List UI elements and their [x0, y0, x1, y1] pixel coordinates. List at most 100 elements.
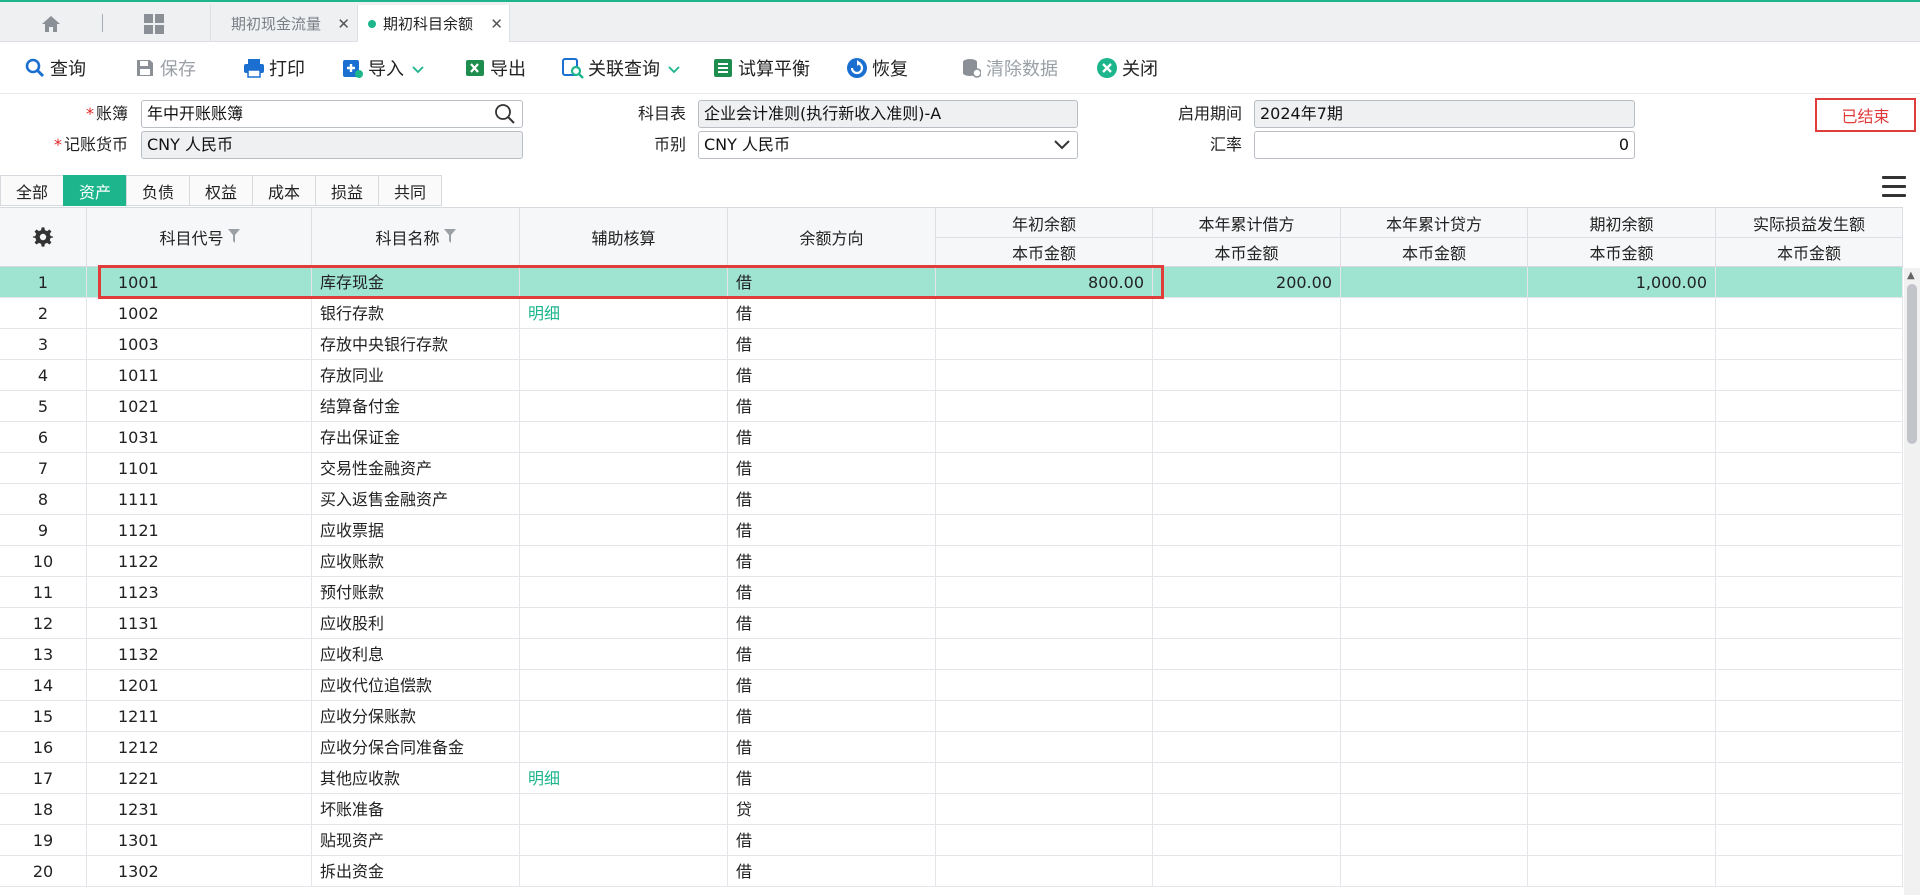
column-header-period-begin: 期初余额: [1528, 208, 1716, 237]
tab-cash-flow-opening[interactable]: 期初现金流量 ✕: [210, 5, 356, 42]
cell-period-begin: [1528, 670, 1716, 701]
table-row[interactable]: 16 1212 应收分保合同准备金 借: [0, 732, 1903, 763]
category-tab[interactable]: 共同: [378, 175, 442, 206]
grid-menu-icon[interactable]: [136, 8, 172, 40]
save-icon: [134, 57, 156, 79]
clear-data-button[interactable]: 清除数据: [960, 53, 1058, 83]
chart-of-accounts-label: 科目表: [637, 104, 686, 123]
tab-label: 期初现金流量: [231, 15, 322, 33]
column-header-code[interactable]: 科目代号: [88, 208, 312, 266]
filter-icon[interactable]: [227, 228, 240, 247]
exchange-rate-input[interactable]: 0: [1254, 131, 1635, 159]
table-row[interactable]: 7 1101 交易性金融资产 借: [0, 453, 1903, 484]
cell-year-begin: [936, 670, 1153, 701]
close-button[interactable]: 关闭: [1096, 53, 1158, 83]
export-button[interactable]: 导出: [464, 53, 526, 83]
currency-input: CNY 人民币: [141, 131, 523, 159]
table-row[interactable]: 12 1131 应收股利 借: [0, 608, 1903, 639]
vertical-scrollbar[interactable]: ▲: [1904, 268, 1920, 895]
cell-debit: [1153, 794, 1341, 825]
table-row[interactable]: 5 1021 结算备付金 借: [0, 391, 1903, 422]
scrollbar-thumb[interactable]: [1907, 284, 1917, 444]
print-button[interactable]: 打印: [243, 53, 305, 83]
coin-select[interactable]: CNY 人民币: [698, 131, 1078, 159]
cell-debit: [1153, 546, 1341, 577]
category-tab[interactable]: 资产: [63, 175, 127, 206]
category-tab[interactable]: 成本: [252, 175, 316, 206]
table-row[interactable]: 13 1132 应收利息 借: [0, 639, 1903, 670]
cell-debit: [1153, 329, 1341, 360]
column-header-actual-pl: 实际损益发生额: [1716, 208, 1903, 237]
cell-code: 1201: [88, 670, 312, 701]
chart-of-accounts-input: 企业会计准则(执行新收入准则)-A: [698, 100, 1078, 128]
cell-aux[interactable]: 明细: [520, 298, 728, 329]
table-row[interactable]: 11 1123 预付账款 借: [0, 577, 1903, 608]
cell-aux: [520, 484, 728, 515]
category-tab[interactable]: 权益: [189, 175, 253, 206]
toolbar: 查询 保存 打印 导入 导出 关联查询 试算平衡 恢复 清除数据 关闭: [0, 43, 1920, 93]
cell-actual-pl: [1716, 701, 1903, 732]
column-header-credit: 本年累计贷方: [1341, 208, 1528, 237]
restore-button[interactable]: 恢复: [846, 53, 908, 83]
cell-aux: [520, 732, 728, 763]
filter-icon[interactable]: [443, 228, 456, 247]
cell-actual-pl: [1716, 763, 1903, 794]
cell-direction: 借: [728, 546, 936, 577]
cell-credit: [1341, 732, 1528, 763]
cell-aux: [520, 422, 728, 453]
table-row[interactable]: 3 1003 存放中央银行存款 借: [0, 329, 1903, 360]
ledger-input[interactable]: 年中开账账簿: [141, 100, 523, 128]
ledger-label: * 账簿: [85, 104, 128, 123]
close-tab-icon[interactable]: ✕: [490, 15, 503, 33]
category-tab[interactable]: 损益: [315, 175, 379, 206]
cell-credit: [1341, 577, 1528, 608]
cell-period-begin: [1528, 546, 1716, 577]
home-icon[interactable]: [28, 8, 74, 40]
search-icon[interactable]: [493, 102, 517, 126]
cell-credit: [1341, 422, 1528, 453]
cell-credit: [1341, 608, 1528, 639]
category-tab[interactable]: 负债: [126, 175, 190, 206]
table-row[interactable]: 20 1302 拆出资金 借: [0, 856, 1903, 887]
cell-actual-pl: [1716, 608, 1903, 639]
table-row[interactable]: 6 1031 存出保证金 借: [0, 422, 1903, 453]
cell-debit: [1153, 701, 1341, 732]
save-button[interactable]: 保存: [134, 53, 196, 83]
menu-icon[interactable]: [1880, 174, 1908, 200]
table-row[interactable]: 18 1231 坏账准备 贷: [0, 794, 1903, 825]
row-number: 20: [0, 856, 87, 887]
chevron-down-icon[interactable]: [1050, 133, 1074, 157]
table-row[interactable]: 4 1011 存放同业 借: [0, 360, 1903, 391]
cell-direction: 借: [728, 763, 936, 794]
table-row[interactable]: 15 1211 应收分保账款 借: [0, 701, 1903, 732]
cell-actual-pl: [1716, 825, 1903, 856]
cell-actual-pl: [1716, 639, 1903, 670]
category-tab[interactable]: 全部: [0, 175, 64, 206]
row-number: 18: [0, 794, 87, 825]
table-row[interactable]: 17 1221 其他应收款 明细借: [0, 763, 1903, 794]
cell-direction: 借: [728, 453, 936, 484]
table-row[interactable]: 19 1301 贴现资产 借: [0, 825, 1903, 856]
column-header-name[interactable]: 科目名称: [312, 208, 520, 266]
cell-year-begin: [936, 329, 1153, 360]
table-row[interactable]: 1 1001 库存现金 借 800.00 200.00 1,000.00: [0, 267, 1903, 298]
column-header-aux: 辅助核算: [520, 208, 728, 266]
cell-code: 1101: [88, 453, 312, 484]
import-button[interactable]: 导入: [342, 53, 424, 83]
scroll-up-icon[interactable]: ▲: [1907, 270, 1915, 281]
cell-name: 应收票据: [312, 515, 520, 546]
table-row[interactable]: 10 1122 应收账款 借: [0, 546, 1903, 577]
table-row[interactable]: 8 1111 买入返售金融资产 借: [0, 484, 1903, 515]
close-tab-icon[interactable]: ✕: [337, 15, 350, 33]
table-row[interactable]: 2 1002 银行存款 明细借: [0, 298, 1903, 329]
table-row[interactable]: 14 1201 应收代位追偿款 借: [0, 670, 1903, 701]
cell-period-begin: [1528, 329, 1716, 360]
column-settings-icon[interactable]: [0, 208, 87, 266]
tab-account-opening-balance[interactable]: 期初科目余额 ✕: [357, 5, 510, 42]
cell-aux[interactable]: 明细: [520, 763, 728, 794]
cell-code: 1011: [88, 360, 312, 391]
table-row[interactable]: 9 1121 应收票据 借: [0, 515, 1903, 546]
trial-balance-button[interactable]: 试算平衡: [712, 53, 810, 83]
query-button[interactable]: 查询: [24, 53, 86, 83]
related-query-button[interactable]: 关联查询: [562, 53, 680, 83]
